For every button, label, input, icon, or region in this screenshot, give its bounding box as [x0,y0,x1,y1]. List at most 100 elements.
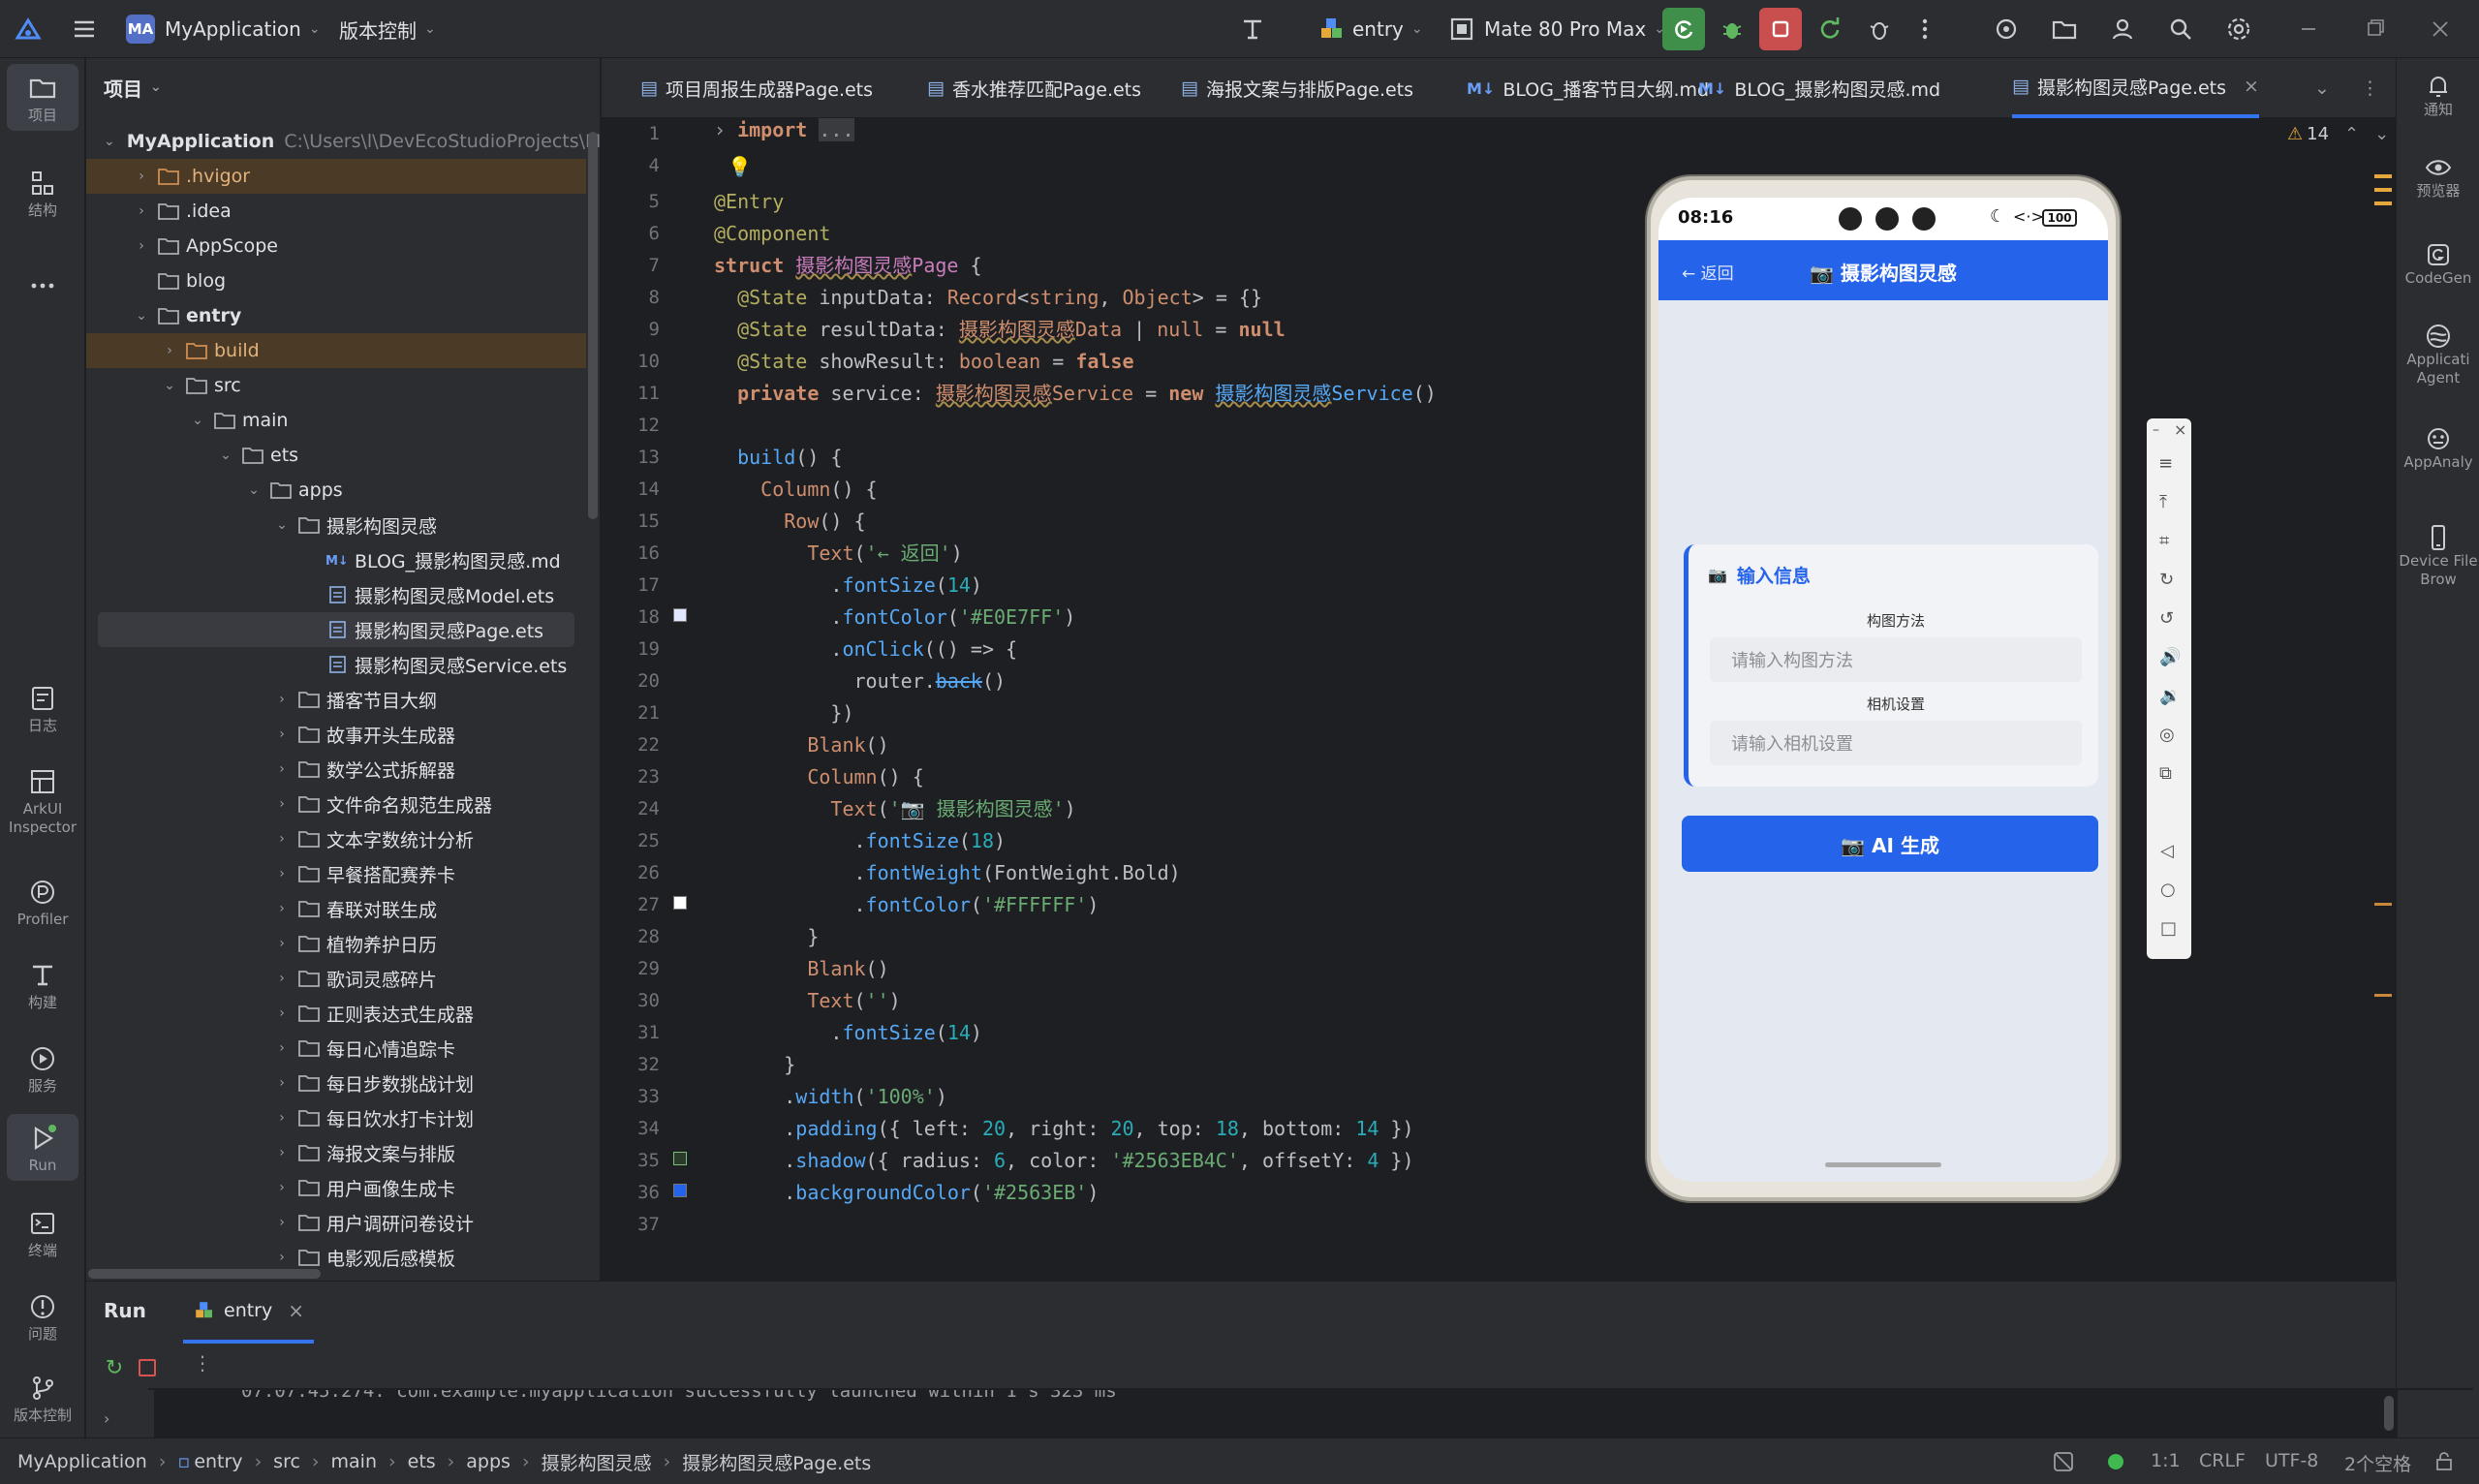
tree-item[interactable]: blog [86,263,586,298]
file-encoding[interactable]: UTF-8 [2265,1450,2318,1471]
tool-structure[interactable]: 结构 [0,159,85,226]
chevron-right-icon[interactable]: › [272,1215,292,1230]
breadcrumb-item[interactable]: main [331,1451,377,1472]
font-tool-icon[interactable] [1238,0,1267,58]
minimize-icon[interactable] [2294,0,2323,58]
editor-tab[interactable]: ▤ 项目周报生成器Page.ets [640,58,873,118]
minimize-icon[interactable]: – [2153,422,2159,438]
back-nav-icon[interactable]: ◁ [2160,841,2174,861]
tool-log[interactable]: 日志 [0,674,85,741]
attach-debugger-button[interactable] [1858,8,1901,50]
chevron-down-icon[interactable]: ⌄ [160,378,179,393]
tool-terminal[interactable]: 终端 [0,1199,85,1266]
tree-item[interactable]: › 正则表达式生成器 [86,996,586,1031]
editor-tab[interactable]: M↓ BLOG_摄影构图灵感.md [1698,58,1940,118]
close-icon[interactable]: × [288,1299,304,1322]
tool-run[interactable]: Run [0,1114,85,1181]
tree-item[interactable]: › .hvigor [86,159,586,194]
connection-status-icon[interactable] [2108,1454,2123,1469]
close-window-icon[interactable] [2426,0,2455,58]
tool-build[interactable]: 构建 [0,951,85,1018]
chevron-right-icon[interactable]: › [160,343,179,358]
tool-services[interactable]: 服务 [0,1035,85,1101]
chevron-right-icon[interactable]: › [272,1075,292,1091]
lightbulb-icon[interactable]: 💡 [728,155,752,178]
project-panel-header[interactable]: 项目 ⌄ [86,58,600,116]
stop-button[interactable] [1759,8,1802,50]
color-swatch[interactable] [673,1184,687,1197]
chevron-right-icon[interactable]: › [132,203,151,219]
editor-tab[interactable]: ▤ 海报文案与排版Page.ets [1181,58,1413,118]
home-nav-icon[interactable]: ○ [2160,880,2176,900]
menu-icon[interactable]: ≡ [2158,453,2173,474]
rerun-icon[interactable]: ↻ [100,1353,129,1382]
tree-root-row[interactable]: ⌄ MyApplication C:\Users\l\DevEcoStudioP… [86,124,600,159]
chevron-right-icon[interactable]: › [272,1250,292,1265]
color-swatch[interactable] [673,1152,687,1165]
tree-item[interactable]: › 歌词灵感碎片 [86,961,586,996]
editor-tab[interactable]: M↓ BLOG_播客节目大纲.md [1467,58,1709,118]
tree-item[interactable]: › 每日饮水打卡计划 [86,1100,586,1135]
pin-top-icon[interactable]: ⤒ [2159,492,2167,512]
tool-arkui-inspector[interactable]: ArkUI Inspector [0,757,85,843]
crop-icon[interactable]: ⌗ [2159,531,2169,551]
ai-generate-button[interactable]: 📷 AI 生成 [1682,816,2098,872]
tool-previewer[interactable]: 预览器 [2397,153,2479,201]
chevron-right-icon[interactable]: › [272,1005,292,1021]
debug-button[interactable] [1711,8,1753,50]
tree-item[interactable]: › AppScope [86,229,586,263]
tree-item[interactable]: ⌄ 摄影构图灵感 [86,508,586,542]
volume-up-icon[interactable]: 🔊 [2159,647,2181,667]
tree-item[interactable]: 摄影构图灵感Model.ets [86,577,586,612]
open-folder-icon[interactable] [2050,0,2079,58]
chevron-right-icon[interactable]: › [272,1180,292,1195]
tree-item[interactable]: ⌄ apps [86,473,586,508]
tree-item[interactable]: ⌄ src [86,368,586,403]
tree-item[interactable]: › 文件命名规范生成器 [86,787,586,821]
tool-project[interactable]: 项目 [0,64,85,131]
chevron-down-icon[interactable]: ⌄ [244,482,263,498]
close-tab-icon[interactable]: × [2244,76,2259,97]
run-config-selector[interactable]: entry ⌄ [1317,0,1423,58]
stop-icon[interactable] [139,1359,156,1376]
rotate-left-icon[interactable]: ↺ [2159,608,2174,629]
inspection-widget[interactable]: ⚠ 14 ⌃ ⌄ [2287,124,2389,144]
tree-item[interactable]: › 用户调研问卷设计 [86,1205,586,1240]
device-screen[interactable]: 08:16 ☾ <·> 100 ← 返回 📷 摄影构图灵感 📷 输入信息 构图方… [1658,198,2108,1182]
breadcrumb-item[interactable]: entry [194,1451,242,1472]
chevron-right-icon[interactable]: › [132,169,151,184]
more-actions-icon[interactable] [1910,0,1939,58]
warning-marker[interactable] [2374,201,2392,205]
tree-item[interactable]: ⌄ main [86,403,586,438]
tool-app-agent[interactable]: Applicati Agent [2397,322,2479,387]
chevron-right-icon[interactable]: › [272,1110,292,1126]
tree-item[interactable]: › 早餐搭配赛养卡 [86,856,586,891]
search-icon[interactable] [2166,0,2195,58]
lock-icon[interactable] [2433,1450,2455,1476]
run-tab-entry[interactable]: entry × [183,1282,315,1344]
rotate-icon[interactable]: ↻ [2159,570,2174,590]
composition-input[interactable]: 请输入构图方法 [1710,637,2082,682]
chevron-right-icon[interactable]: › [272,831,292,847]
account-icon[interactable] [2108,0,2137,58]
tool-codegen[interactable]: CodeGen [2397,240,2479,288]
chevron-right-icon[interactable]: › [104,1409,109,1428]
chevron-right-icon[interactable]: › [272,866,292,881]
screenshot-icon[interactable]: ◎ [2159,725,2175,745]
tree-item[interactable]: › 故事开头生成器 [86,717,586,752]
restore-icon[interactable] [2360,0,2389,58]
tree-item[interactable]: 摄影构图灵感Page.ets [98,612,574,647]
chevron-right-icon[interactable]: › [272,901,292,916]
recents-nav-icon[interactable]: □ [2160,918,2177,939]
code-editor[interactable]: 1 4 5 6 7 8 9 10 11 12 13 14 15 16 17 18 19 20 21 22 23 24 25 2… [602,118,2396,1244]
copy-icon[interactable]: ⧉ [2159,763,2172,784]
main-menu-icon[interactable] [70,0,99,58]
tree-item[interactable]: › 文本字数统计分析 [86,821,586,856]
tree-item[interactable]: › build [86,333,586,368]
power-save-icon[interactable] [2052,1450,2075,1478]
tree-item[interactable]: › 每日心情追踪卡 [86,1031,586,1066]
tool-more[interactable] [0,262,85,308]
chevron-right-icon[interactable]: › [272,796,292,812]
chevron-right-icon[interactable]: › [272,936,292,951]
apply-changes-button[interactable] [1808,8,1850,50]
